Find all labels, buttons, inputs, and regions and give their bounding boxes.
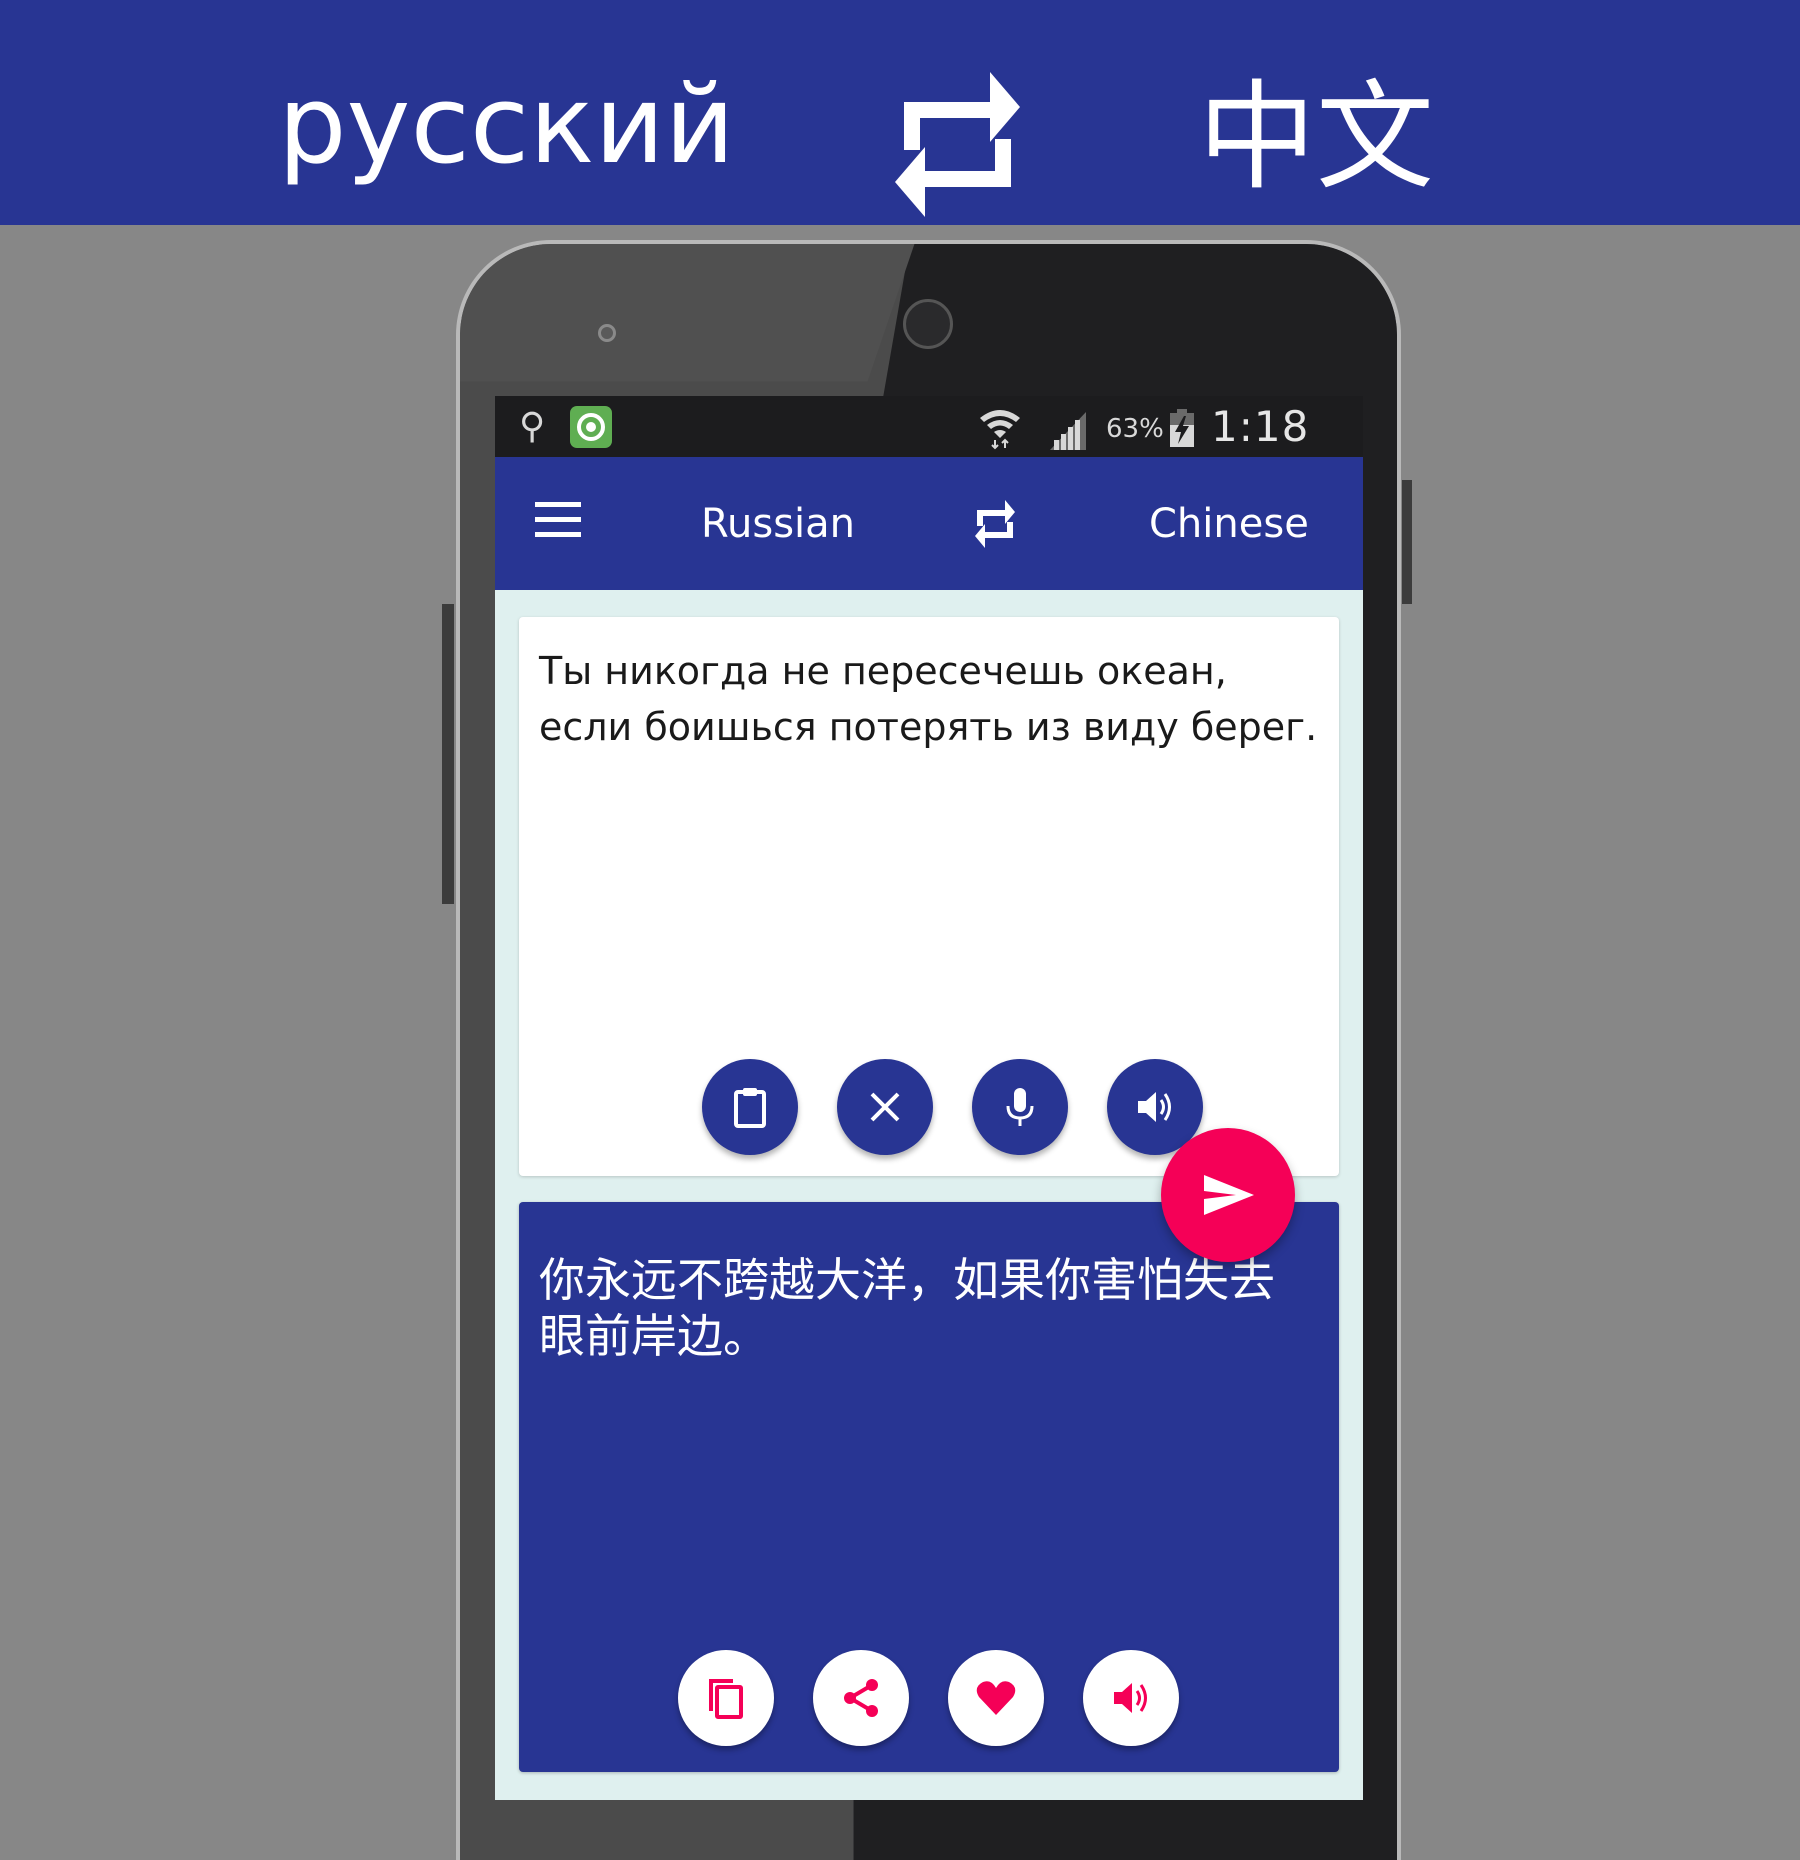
proximity-sensor <box>598 324 616 342</box>
speaker-icon <box>1114 1683 1147 1713</box>
app-bar: Russian Chinese <box>495 457 1363 590</box>
favorite-button[interactable] <box>948 1650 1044 1746</box>
source-text-input[interactable]: Ты никогда не пересечешь океан, если бои… <box>539 643 1319 755</box>
share-button[interactable] <box>813 1650 909 1746</box>
output-card: 你永远不跨越大洋，如果你害怕失去眼前岸边。 <box>519 1202 1339 1772</box>
front-camera <box>903 299 953 349</box>
swap-arrows-icon[interactable] <box>973 500 1017 548</box>
phone-power-button <box>1402 480 1412 604</box>
translate-button[interactable] <box>1161 1128 1295 1262</box>
target-language-selector[interactable]: Chinese <box>1149 501 1309 547</box>
wifi-icon <box>980 410 1020 450</box>
app-notification-icon <box>570 406 612 448</box>
banner-target-language: 中文 <box>1198 68 1435 206</box>
phone-screen: ⚲ 63% 1:18 PM Russian <box>495 396 1363 1800</box>
battery-percent: 63% <box>1106 414 1164 444</box>
copy-icon <box>709 1679 743 1719</box>
source-language-selector[interactable]: Russian <box>701 501 855 547</box>
swap-arrows-icon <box>895 72 1020 217</box>
speak-translation-button[interactable] <box>1083 1650 1179 1746</box>
hamburger-menu-icon[interactable] <box>535 502 585 542</box>
heart-icon <box>976 1681 1016 1715</box>
paste-button[interactable] <box>702 1059 798 1155</box>
usb-icon: ⚲ <box>519 406 546 447</box>
promo-banner: русский 中文 <box>0 0 1800 225</box>
clear-button[interactable] <box>837 1059 933 1155</box>
voice-input-button[interactable] <box>972 1059 1068 1155</box>
share-icon <box>844 1679 878 1717</box>
signal-icon <box>1050 412 1086 450</box>
microphone-icon <box>1006 1088 1034 1126</box>
copy-button[interactable] <box>678 1650 774 1746</box>
speaker-icon <box>1138 1092 1171 1122</box>
phone-volume-button <box>442 604 454 904</box>
battery-charging-icon <box>1170 409 1194 447</box>
close-icon <box>870 1092 900 1122</box>
status-bar: ⚲ 63% 1:18 PM <box>495 396 1363 500</box>
clipboard-icon <box>734 1088 766 1128</box>
banner-source-language: русский <box>278 63 735 188</box>
send-icon <box>1204 1175 1254 1215</box>
translated-text: 你永远不跨越大洋，如果你害怕失去眼前岸边。 <box>539 1253 1275 1363</box>
input-card: Ты никогда не пересечешь океан, если бои… <box>519 617 1339 1176</box>
